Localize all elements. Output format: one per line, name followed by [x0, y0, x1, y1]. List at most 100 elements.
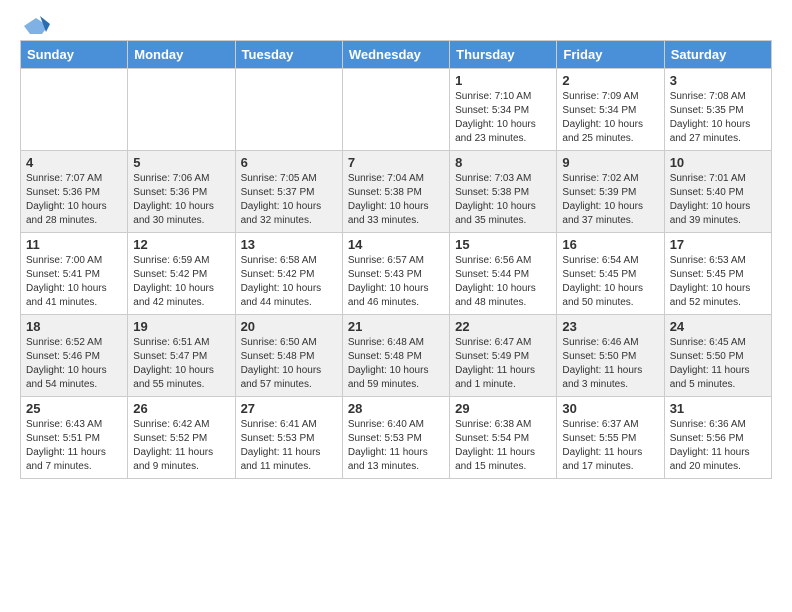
calendar-cell: 13Sunrise: 6:58 AM Sunset: 5:42 PM Dayli… — [235, 233, 342, 315]
calendar-cell: 26 Sunrise: 6:42 AM Sunset: 5:52 PM Dayli… — [128, 397, 235, 479]
day-number: 26 — [133, 401, 229, 416]
day-number: 16 — [562, 237, 658, 252]
logo-icon — [22, 16, 50, 36]
day-number: 17 — [670, 237, 766, 252]
calendar-cell: 14 Sunrise: 6:57 AM Sunset: 5:43 PM Dayli… — [342, 233, 449, 315]
day-info: Sunrise: 6:56 AM Sunset: 5:44 PM Dayligh… — [455, 254, 551, 310]
calendar-table: SundayMondayTuesdayWednesdayThursdayFrid… — [20, 40, 772, 479]
day-info: Sunrise: 6:38 AM Sunset: 5:54 PM Dayligh… — [455, 418, 551, 474]
calendar-cell: 10 Sunrise: 7:01 AM Sunset: 5:40 PM Dayli… — [664, 151, 771, 233]
calendar-header-cell: Thursday — [450, 41, 557, 69]
calendar-cell: 16 Sunrise: 6:54 AM Sunset: 5:45 PM Dayli… — [557, 233, 664, 315]
day-number: 31 — [670, 401, 766, 416]
day-number: 23 — [562, 319, 658, 334]
day-number: 2 — [562, 73, 658, 88]
calendar-cell: 5 Sunrise: 7:06 AM Sunset: 5:36 PM Daylig… — [128, 151, 235, 233]
calendar-cell: 29 Sunrise: 6:38 AM Sunset: 5:54 PM Dayli… — [450, 397, 557, 479]
day-info: Sunrise: 6:43 AM Sunset: 5:51 PM Dayligh… — [26, 418, 122, 474]
day-info: Sunrise: 7:07 AM Sunset: 5:36 PM Dayligh… — [26, 172, 122, 228]
day-number: 30 — [562, 401, 658, 416]
day-number: 27 — [241, 401, 337, 416]
day-info: Sunrise: 7:05 AM Sunset: 5:37 PM Dayligh… — [241, 172, 337, 228]
calendar-header-row: SundayMondayTuesdayWednesdayThursdayFrid… — [21, 41, 772, 69]
day-number: 8 — [455, 155, 551, 170]
day-info: Sunrise: 6:54 AM Sunset: 5:45 PM Dayligh… — [562, 254, 658, 310]
day-info: Sunrise: 7:04 AM Sunset: 5:38 PM Dayligh… — [348, 172, 444, 228]
calendar-cell: 31 Sunrise: 6:36 AM Sunset: 5:56 PM Dayli… — [664, 397, 771, 479]
calendar-header-cell: Monday — [128, 41, 235, 69]
day-info: Sunrise: 7:10 AM Sunset: 5:34 PM Dayligh… — [455, 90, 551, 146]
calendar-week-row: 25 Sunrise: 6:43 AM Sunset: 5:51 PM Dayli… — [21, 397, 772, 479]
day-number: 15 — [455, 237, 551, 252]
day-number: 1 — [455, 73, 551, 88]
calendar-week-row: 4 Sunrise: 7:07 AM Sunset: 5:36 PM Daylig… — [21, 151, 772, 233]
calendar-cell — [128, 69, 235, 151]
day-info: Sunrise: 6:45 AM Sunset: 5:50 PM Dayligh… — [670, 336, 766, 392]
day-number: 3 — [670, 73, 766, 88]
calendar-week-row: 18Sunrise: 6:52 AM Sunset: 5:46 PM Dayli… — [21, 315, 772, 397]
day-number: 25 — [26, 401, 122, 416]
day-number: 28 — [348, 401, 444, 416]
calendar-cell: 15 Sunrise: 6:56 AM Sunset: 5:44 PM Dayli… — [450, 233, 557, 315]
day-info: Sunrise: 6:57 AM Sunset: 5:43 PM Dayligh… — [348, 254, 444, 310]
calendar-cell: 1 Sunrise: 7:10 AM Sunset: 5:34 PM Daylig… — [450, 69, 557, 151]
calendar-cell: 7Sunrise: 7:04 AM Sunset: 5:38 PM Daylig… — [342, 151, 449, 233]
day-info: Sunrise: 6:46 AM Sunset: 5:50 PM Dayligh… — [562, 336, 658, 392]
day-info: Sunrise: 7:00 AM Sunset: 5:41 PM Dayligh… — [26, 254, 122, 310]
day-number: 5 — [133, 155, 229, 170]
day-info: Sunrise: 6:37 AM Sunset: 5:55 PM Dayligh… — [562, 418, 658, 474]
calendar-cell: 21 Sunrise: 6:48 AM Sunset: 5:48 PM Dayli… — [342, 315, 449, 397]
calendar-cell: 17 Sunrise: 6:53 AM Sunset: 5:45 PM Dayli… — [664, 233, 771, 315]
day-info: Sunrise: 6:47 AM Sunset: 5:49 PM Dayligh… — [455, 336, 551, 392]
calendar-cell: 22Sunrise: 6:47 AM Sunset: 5:49 PM Dayli… — [450, 315, 557, 397]
day-info: Sunrise: 7:09 AM Sunset: 5:34 PM Dayligh… — [562, 90, 658, 146]
day-info: Sunrise: 6:53 AM Sunset: 5:45 PM Dayligh… — [670, 254, 766, 310]
calendar-cell: 24Sunrise: 6:45 AM Sunset: 5:50 PM Dayli… — [664, 315, 771, 397]
calendar-cell: 27 Sunrise: 6:41 AM Sunset: 5:53 PM Dayli… — [235, 397, 342, 479]
day-number: 20 — [241, 319, 337, 334]
day-info: Sunrise: 7:08 AM Sunset: 5:35 PM Dayligh… — [670, 90, 766, 146]
calendar-cell: 18Sunrise: 6:52 AM Sunset: 5:46 PM Dayli… — [21, 315, 128, 397]
day-number: 10 — [670, 155, 766, 170]
day-number: 13 — [241, 237, 337, 252]
day-number: 4 — [26, 155, 122, 170]
day-number: 9 — [562, 155, 658, 170]
day-number: 29 — [455, 401, 551, 416]
calendar-body: 1 Sunrise: 7:10 AM Sunset: 5:34 PM Daylig… — [21, 69, 772, 479]
day-info: Sunrise: 6:41 AM Sunset: 5:53 PM Dayligh… — [241, 418, 337, 474]
day-info: Sunrise: 6:36 AM Sunset: 5:56 PM Dayligh… — [670, 418, 766, 474]
day-info: Sunrise: 6:50 AM Sunset: 5:48 PM Dayligh… — [241, 336, 337, 392]
calendar-cell: 25 Sunrise: 6:43 AM Sunset: 5:51 PM Dayli… — [21, 397, 128, 479]
day-number: 14 — [348, 237, 444, 252]
day-info: Sunrise: 7:01 AM Sunset: 5:40 PM Dayligh… — [670, 172, 766, 228]
day-number: 11 — [26, 237, 122, 252]
calendar-cell: 28Sunrise: 6:40 AM Sunset: 5:53 PM Dayli… — [342, 397, 449, 479]
logo — [20, 16, 50, 32]
calendar-cell — [342, 69, 449, 151]
calendar-cell: 3 Sunrise: 7:08 AM Sunset: 5:35 PM Daylig… — [664, 69, 771, 151]
calendar-cell: 23 Sunrise: 6:46 AM Sunset: 5:50 PM Dayli… — [557, 315, 664, 397]
calendar-header-cell: Tuesday — [235, 41, 342, 69]
calendar-week-row: 1 Sunrise: 7:10 AM Sunset: 5:34 PM Daylig… — [21, 69, 772, 151]
calendar-header-cell: Wednesday — [342, 41, 449, 69]
calendar-cell: 11 Sunrise: 7:00 AM Sunset: 5:41 PM Dayli… — [21, 233, 128, 315]
calendar-week-row: 11 Sunrise: 7:00 AM Sunset: 5:41 PM Dayli… — [21, 233, 772, 315]
day-info: Sunrise: 6:42 AM Sunset: 5:52 PM Dayligh… — [133, 418, 229, 474]
day-info: Sunrise: 6:52 AM Sunset: 5:46 PM Dayligh… — [26, 336, 122, 392]
calendar-header-cell: Friday — [557, 41, 664, 69]
calendar-cell: 20 Sunrise: 6:50 AM Sunset: 5:48 PM Dayli… — [235, 315, 342, 397]
calendar-header-cell: Sunday — [21, 41, 128, 69]
calendar-cell — [235, 69, 342, 151]
day-info: Sunrise: 7:02 AM Sunset: 5:39 PM Dayligh… — [562, 172, 658, 228]
day-info: Sunrise: 6:48 AM Sunset: 5:48 PM Dayligh… — [348, 336, 444, 392]
header — [20, 16, 772, 32]
page-container: SundayMondayTuesdayWednesdayThursdayFrid… — [0, 0, 792, 491]
calendar-cell: 19Sunrise: 6:51 AM Sunset: 5:47 PM Dayli… — [128, 315, 235, 397]
day-info: Sunrise: 7:06 AM Sunset: 5:36 PM Dayligh… — [133, 172, 229, 228]
calendar-cell: 2 Sunrise: 7:09 AM Sunset: 5:34 PM Daylig… — [557, 69, 664, 151]
logo-text — [20, 16, 50, 36]
calendar-cell: 4 Sunrise: 7:07 AM Sunset: 5:36 PM Daylig… — [21, 151, 128, 233]
day-number: 21 — [348, 319, 444, 334]
day-number: 12 — [133, 237, 229, 252]
calendar-cell: 9 Sunrise: 7:02 AM Sunset: 5:39 PM Daylig… — [557, 151, 664, 233]
